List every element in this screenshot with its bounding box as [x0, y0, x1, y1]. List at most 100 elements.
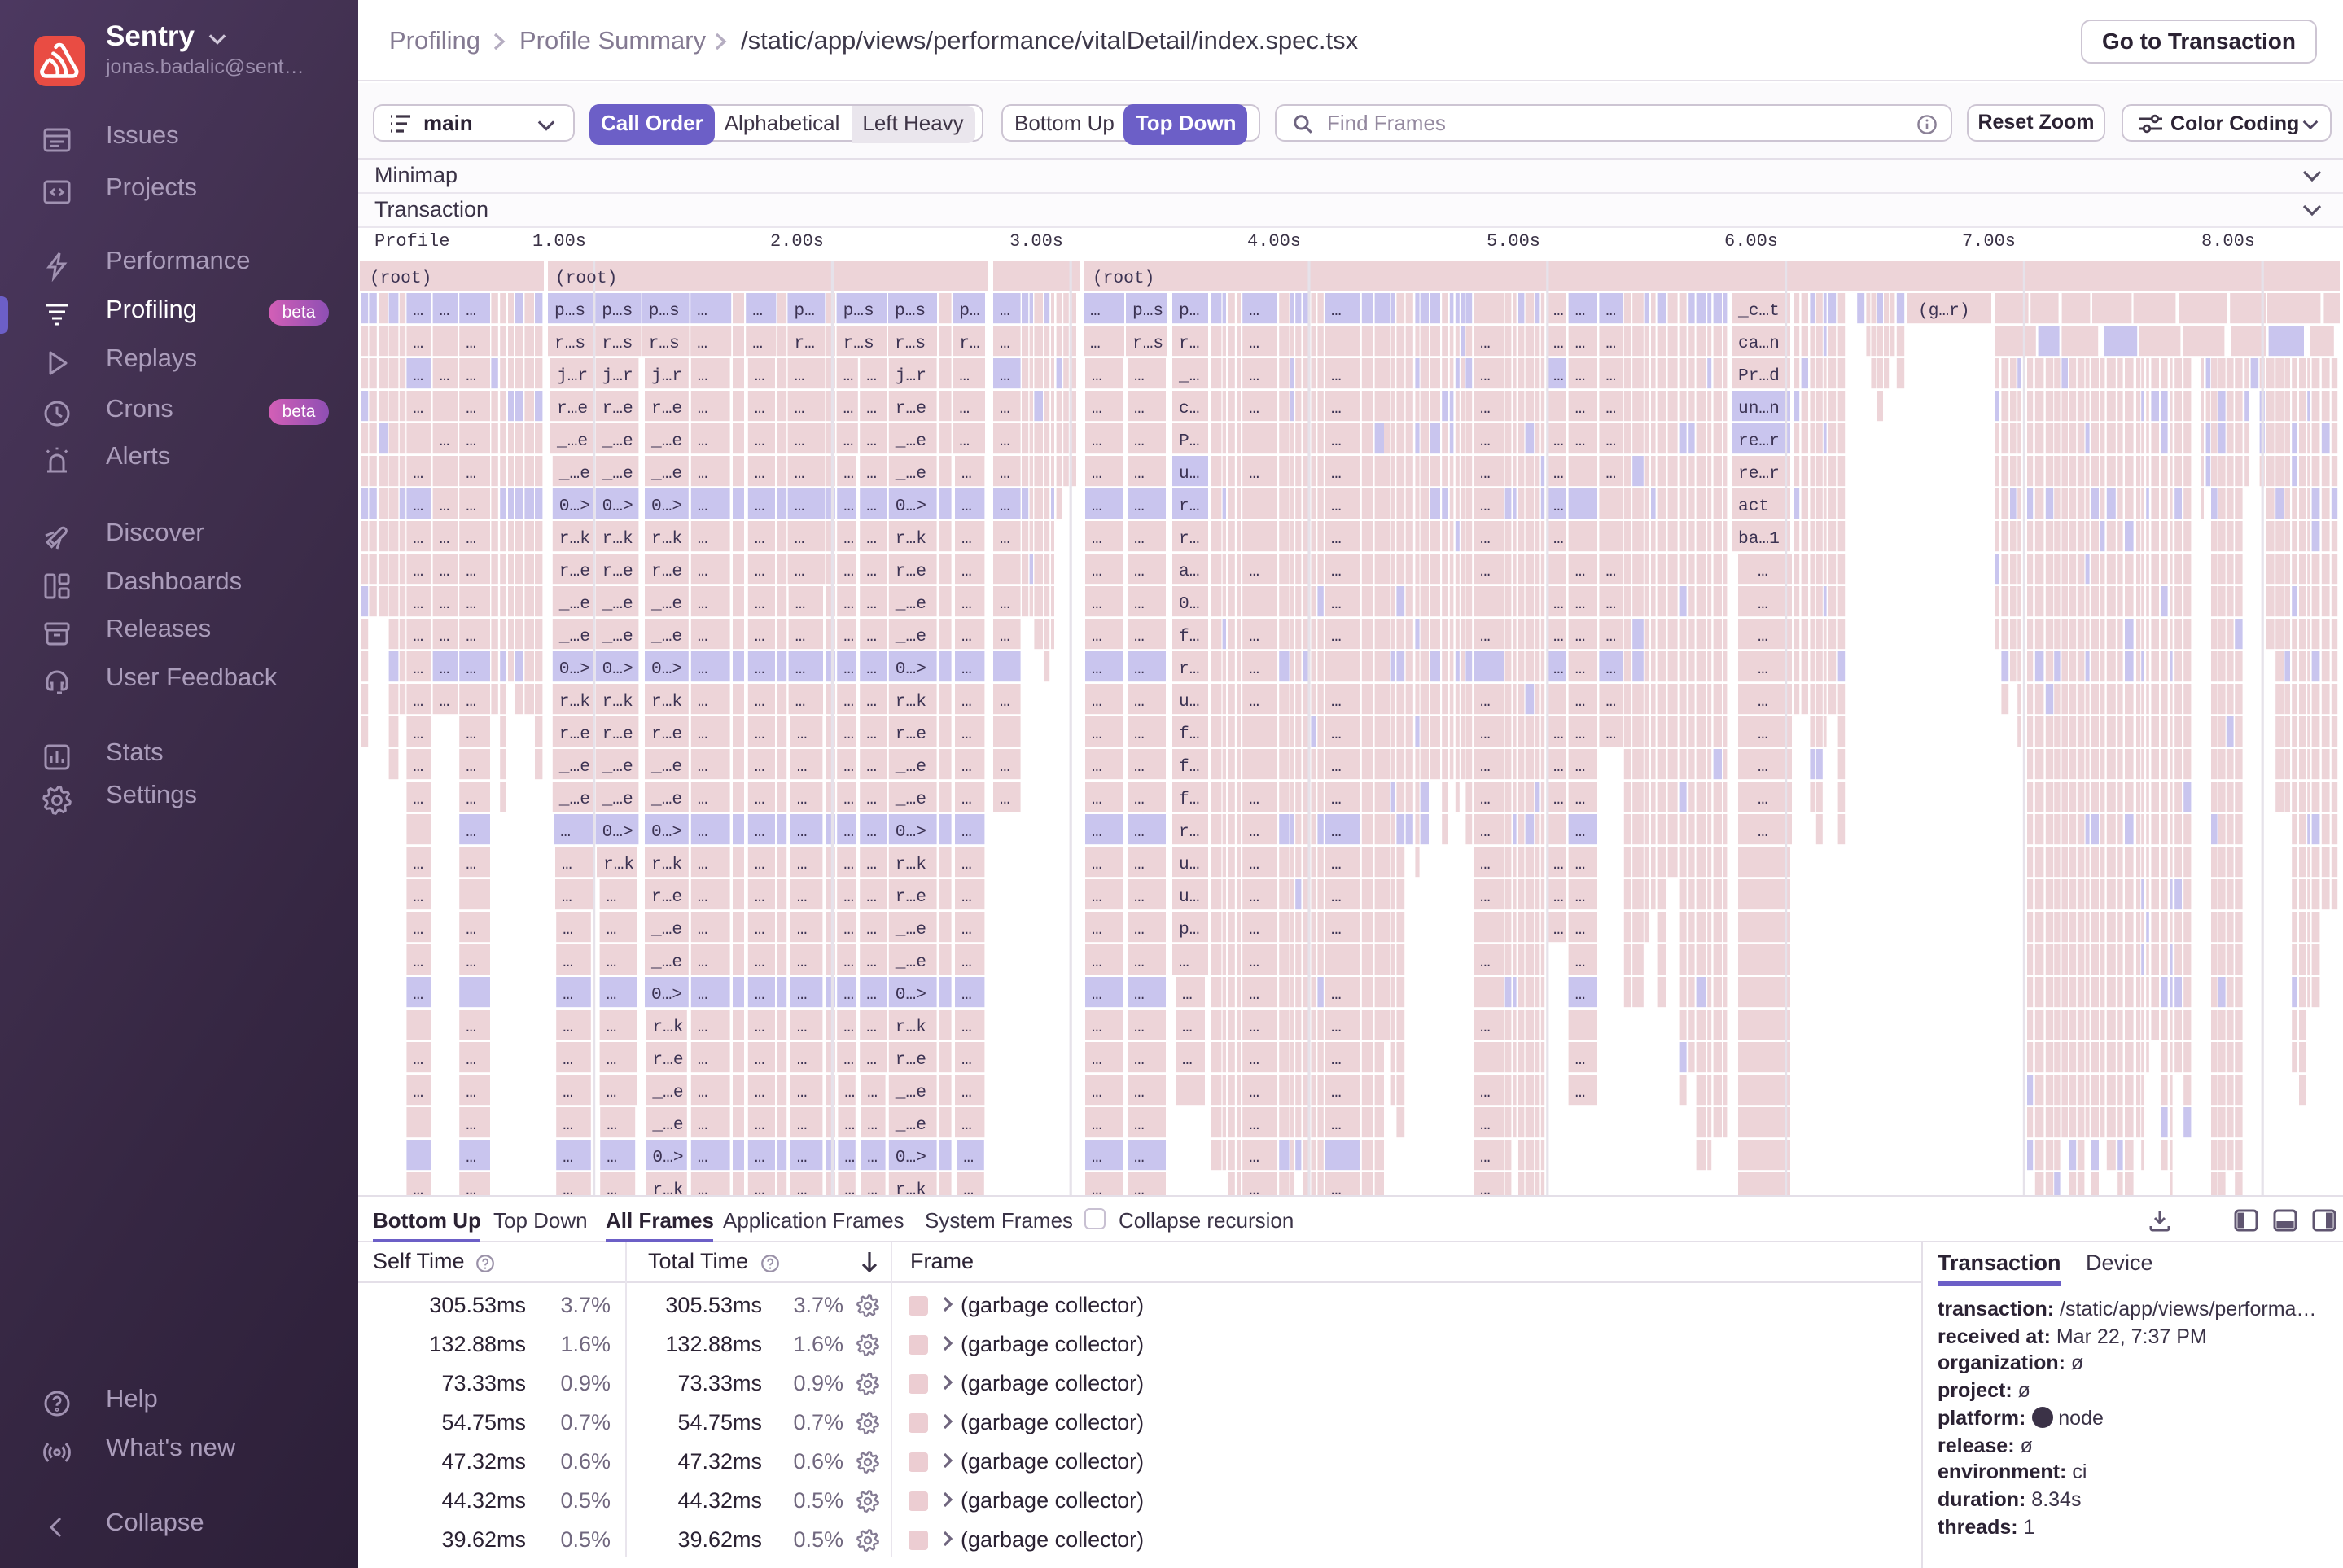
svg-text:0…>: 0…>: [602, 659, 633, 679]
svg-text:…: …: [466, 497, 476, 516]
svg-text:_…e: _…e: [895, 920, 926, 939]
svg-text:u…: u…: [1179, 887, 1199, 907]
svg-text:…: …: [698, 399, 708, 418]
svg-text:u…: u…: [1179, 855, 1199, 874]
svg-text:…: …: [563, 1083, 573, 1102]
svg-text:…: …: [1092, 1050, 1102, 1070]
svg-text:…: …: [1575, 725, 1586, 744]
svg-text:…: …: [961, 692, 972, 712]
svg-text:r…k: r…k: [896, 1018, 926, 1037]
svg-text:…: …: [797, 1148, 808, 1167]
svg-text:…: …: [1575, 757, 1586, 777]
svg-text:r…e: r…e: [651, 399, 682, 418]
svg-text:_…e: _…e: [651, 1083, 683, 1102]
svg-text:…: …: [563, 920, 573, 939]
svg-text:…: …: [440, 594, 450, 614]
svg-text:j…r: j…r: [896, 366, 926, 386]
svg-text:…: …: [1331, 725, 1342, 744]
svg-text:0…>: 0…>: [651, 822, 682, 842]
svg-text:p…: p…: [959, 301, 979, 321]
svg-text:…: …: [562, 855, 572, 874]
svg-text:…: …: [1000, 692, 1010, 712]
svg-text:…: …: [1134, 822, 1145, 842]
svg-text:0…: 0…: [1179, 594, 1199, 614]
svg-text:…: …: [607, 953, 617, 972]
svg-text:…: …: [1553, 627, 1564, 646]
svg-text:…: …: [413, 627, 423, 646]
svg-text:…: …: [698, 529, 708, 549]
svg-text:…: …: [797, 790, 808, 809]
svg-text:…: …: [1575, 301, 1586, 321]
svg-text:…: …: [843, 953, 854, 972]
svg-text:_…e: _…e: [651, 1115, 683, 1135]
svg-text:…: …: [563, 985, 573, 1005]
svg-text:…: …: [843, 822, 854, 842]
svg-text:r…k: r…k: [652, 1180, 683, 1195]
svg-text:_…: _…: [1178, 366, 1199, 386]
svg-text:…: …: [1553, 920, 1564, 939]
svg-text:…: …: [466, 953, 476, 972]
svg-text:r…e: r…e: [652, 1050, 683, 1070]
svg-text:…: …: [698, 1148, 708, 1167]
svg-text:…: …: [1331, 887, 1342, 907]
svg-text:…: …: [1758, 659, 1768, 679]
svg-text:r…k: r…k: [651, 529, 682, 549]
svg-text:…: …: [1092, 1018, 1102, 1037]
svg-text:…: …: [961, 953, 972, 972]
svg-text:…: …: [843, 887, 854, 907]
svg-text:p…s: p…s: [895, 301, 926, 321]
svg-text:…: …: [466, 594, 476, 614]
svg-text:0…>: 0…>: [896, 822, 926, 842]
svg-text:…: …: [1092, 790, 1102, 809]
svg-text:…: …: [563, 1050, 573, 1070]
svg-text:_…e: _…e: [558, 464, 590, 484]
svg-text:Pr…d: Pr…d: [1738, 366, 1780, 386]
svg-text:…: …: [844, 1115, 855, 1135]
svg-text:…: …: [1575, 562, 1586, 581]
svg-text:…: …: [755, 659, 765, 679]
svg-text:…: …: [563, 1018, 573, 1037]
svg-text:0…>: 0…>: [896, 985, 926, 1005]
svg-text:…: …: [843, 692, 854, 712]
svg-text:…: …: [1000, 464, 1010, 484]
svg-text:…: …: [866, 692, 877, 712]
svg-text:…: …: [1480, 431, 1491, 451]
svg-text:r…e: r…e: [559, 725, 590, 744]
svg-text:…: …: [1480, 1115, 1491, 1135]
svg-text:…: …: [1134, 399, 1145, 418]
svg-text:_…e: _…e: [602, 464, 633, 484]
svg-text:…: …: [466, 627, 476, 646]
svg-text:…: …: [797, 725, 808, 744]
svg-text:…: …: [1000, 366, 1010, 386]
svg-text:…: …: [698, 822, 708, 842]
svg-text:…: …: [866, 822, 877, 842]
svg-text:…: …: [1575, 920, 1586, 939]
svg-text:…: …: [1553, 855, 1564, 874]
svg-text:…: …: [1000, 627, 1010, 646]
svg-text:j…r: j…r: [602, 366, 633, 386]
svg-text:…: …: [1553, 887, 1564, 907]
svg-text:…: …: [1249, 1018, 1259, 1037]
svg-text:…: …: [607, 1115, 617, 1135]
svg-text:…: …: [1090, 334, 1101, 353]
svg-text:…: …: [1092, 855, 1102, 874]
svg-text:r…k: r…k: [603, 855, 634, 874]
svg-text:…: …: [844, 1083, 855, 1102]
svg-text:…: …: [440, 659, 450, 679]
svg-text:…: …: [1331, 1050, 1342, 1070]
svg-text:…: …: [797, 985, 808, 1005]
svg-text:…: …: [843, 366, 854, 386]
svg-text:…: …: [866, 627, 877, 646]
svg-text:…: …: [843, 562, 854, 581]
svg-text:…: …: [755, 985, 765, 1005]
svg-text:…: …: [843, 985, 854, 1005]
svg-text:…: …: [1331, 366, 1342, 386]
svg-text:…: …: [1134, 1148, 1145, 1167]
svg-text:…: …: [867, 1180, 878, 1195]
svg-text:…: …: [1182, 1018, 1193, 1037]
svg-text:r…k: r…k: [651, 855, 682, 874]
svg-text:…: …: [843, 399, 854, 418]
svg-text:…: …: [698, 366, 708, 386]
svg-text:…: …: [1249, 659, 1259, 679]
svg-text:0…>: 0…>: [651, 497, 682, 516]
